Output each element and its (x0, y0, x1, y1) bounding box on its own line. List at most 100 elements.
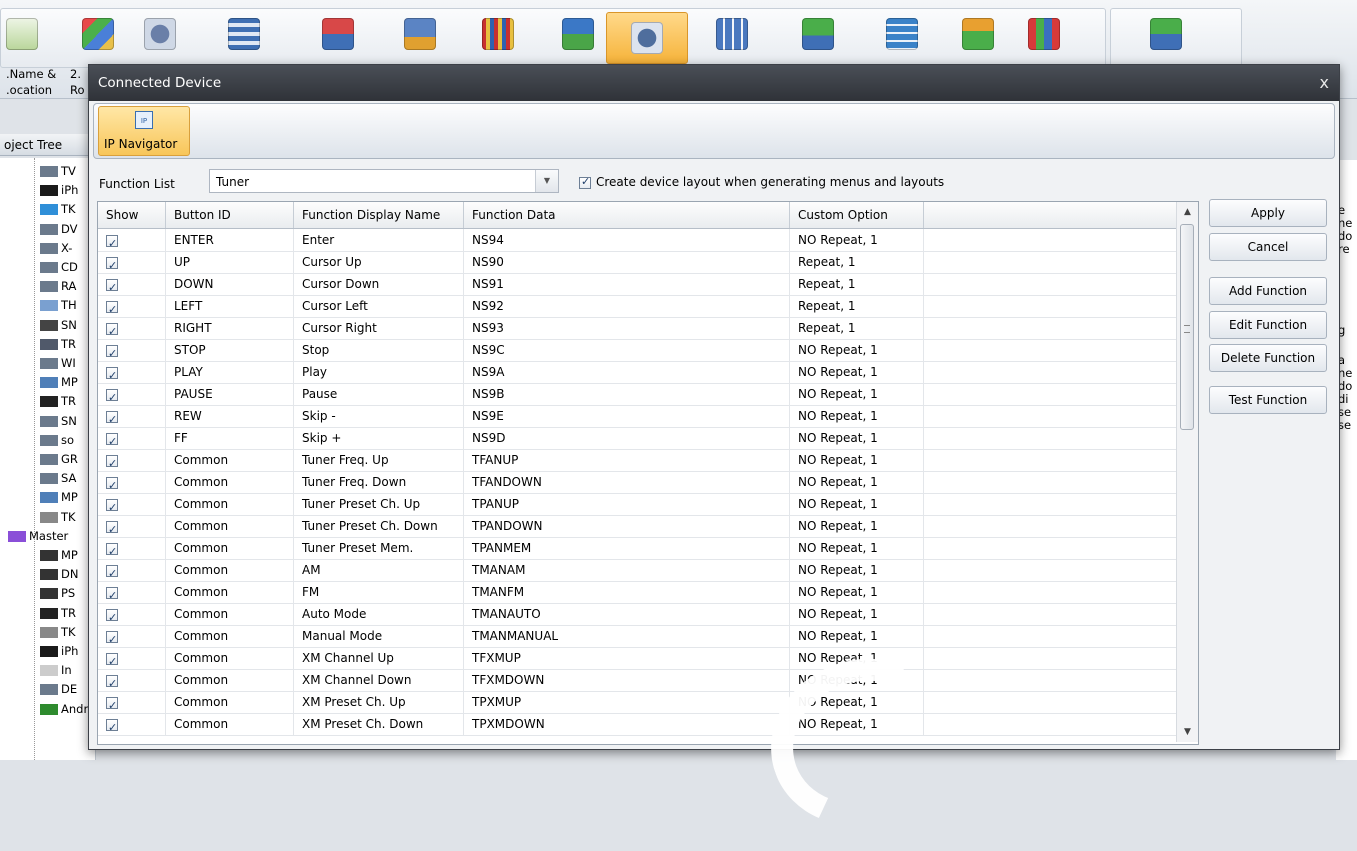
name-cell[interactable]: Tuner Preset Ch. Down (294, 515, 464, 537)
option-cell[interactable]: NO Repeat, 1 (790, 559, 924, 581)
tree-item[interactable]: DV (40, 220, 78, 238)
button-id-cell[interactable]: REW (166, 405, 294, 427)
button-id-cell[interactable]: Common (166, 647, 294, 669)
toolbar-house-icon[interactable] (76, 10, 120, 58)
data-cell[interactable]: NS93 (464, 317, 790, 339)
tree-item[interactable]: SN (40, 316, 77, 334)
test-function-button[interactable]: Test Function (1209, 386, 1327, 414)
tree-item[interactable]: SN (40, 412, 77, 430)
delete-function-button[interactable]: Delete Function (1209, 344, 1327, 372)
tree-item[interactable]: X- (40, 239, 72, 257)
option-cell[interactable]: NO Repeat, 1 (790, 493, 924, 515)
data-cell[interactable]: TFANUP (464, 449, 790, 471)
show-checkbox[interactable] (106, 717, 118, 739)
data-cell[interactable]: NS94 (464, 229, 790, 251)
button-id-cell[interactable]: RIGHT (166, 317, 294, 339)
option-cell[interactable]: NO Repeat, 1 (790, 449, 924, 471)
tree-item[interactable]: GR (40, 450, 78, 468)
cancel-button[interactable]: Cancel (1209, 233, 1327, 261)
toolbar-grid-icon[interactable] (710, 10, 754, 58)
option-cell[interactable]: NO Repeat, 1 (790, 515, 924, 537)
tree-item[interactable]: TK (40, 508, 76, 526)
button-id-cell[interactable]: PLAY (166, 361, 294, 383)
show-checkbox[interactable] (106, 255, 118, 277)
tree-item[interactable]: so (40, 431, 74, 449)
show-checkbox[interactable] (106, 607, 118, 629)
scroll-thumb[interactable] (1180, 224, 1194, 430)
button-id-cell[interactable]: Common (166, 713, 294, 735)
column-header-function-display-name[interactable]: Function Display Name (294, 202, 464, 228)
name-cell[interactable]: Tuner Freq. Down (294, 471, 464, 493)
show-checkbox[interactable] (106, 277, 118, 299)
option-cell[interactable]: NO Repeat, 1 (790, 603, 924, 625)
tree-item[interactable]: iPh (40, 181, 78, 199)
add-function-button[interactable]: Add Function (1209, 277, 1327, 305)
table-row[interactable]: RIGHTCursor RightNS93Repeat, 1 (98, 317, 1177, 343)
tree-item[interactable]: DN (40, 565, 78, 583)
data-cell[interactable]: NS90 (464, 251, 790, 273)
option-cell[interactable]: NO Repeat, 1 (790, 647, 924, 669)
data-cell[interactable]: TFXMUP (464, 647, 790, 669)
show-checkbox[interactable] (106, 365, 118, 387)
column-header-custom-option[interactable]: Custom Option (790, 202, 924, 228)
table-row[interactable]: CommonXM Channel DownTFXMDOWNNO Repeat, … (98, 669, 1177, 695)
table-row[interactable]: CommonTuner Freq. UpTFANUPNO Repeat, 1 (98, 449, 1177, 475)
tree-item[interactable]: MP (40, 488, 78, 506)
show-checkbox[interactable] (106, 585, 118, 607)
tree-item[interactable]: RA (40, 277, 76, 295)
button-id-cell[interactable]: ENTER (166, 229, 294, 251)
show-checkbox[interactable] (106, 695, 118, 717)
data-cell[interactable]: TPXMUP (464, 691, 790, 713)
option-cell[interactable]: NO Repeat, 1 (790, 405, 924, 427)
option-cell[interactable]: NO Repeat, 1 (790, 427, 924, 449)
data-cell[interactable]: TPXMDOWN (464, 713, 790, 735)
button-id-cell[interactable]: FF (166, 427, 294, 449)
name-cell[interactable]: Tuner Freq. Up (294, 449, 464, 471)
tree-item[interactable]: WI (40, 354, 76, 372)
button-id-cell[interactable]: STOP (166, 339, 294, 361)
toolbar-connected-device-icon[interactable] (606, 12, 688, 64)
button-id-cell[interactable]: Common (166, 603, 294, 625)
show-checkbox[interactable] (106, 233, 118, 255)
button-id-cell[interactable]: Common (166, 449, 294, 471)
toolbar-export-icon[interactable] (1144, 10, 1188, 58)
name-cell[interactable]: Tuner Preset Mem. (294, 537, 464, 559)
data-cell[interactable]: NS92 (464, 295, 790, 317)
project-tree[interactable]: TV iPh TK DV X- CD RA TH SN TR WI MP TR SN so GR SA MP TK M… (0, 158, 96, 760)
table-row[interactable]: CommonTuner Preset Mem.TPANMEMNO Repeat,… (98, 537, 1177, 563)
button-id-cell[interactable]: Common (166, 559, 294, 581)
data-cell[interactable]: NS9D (464, 427, 790, 449)
grid-scrollbar[interactable]: ▲ ▼ (1176, 202, 1198, 742)
table-row[interactable]: CommonAMTMANAMNO Repeat, 1 (98, 559, 1177, 585)
show-checkbox[interactable] (106, 651, 118, 673)
option-cell[interactable]: Repeat, 1 (790, 273, 924, 295)
name-cell[interactable]: Manual Mode (294, 625, 464, 647)
tree-item[interactable]: In (40, 661, 72, 679)
function-list-select[interactable]: Tuner ▼ (209, 169, 559, 193)
button-id-cell[interactable]: Common (166, 537, 294, 559)
toolbar-numbered-list-icon[interactable] (880, 10, 924, 58)
ip-navigator-button[interactable]: IP IP Navigator (98, 106, 190, 156)
data-cell[interactable]: TFANDOWN (464, 471, 790, 493)
show-checkbox[interactable] (106, 431, 118, 453)
table-row[interactable]: CommonManual ModeTMANMANUALNO Repeat, 1 (98, 625, 1177, 651)
option-cell[interactable]: NO Repeat, 1 (790, 361, 924, 383)
tree-item[interactable]: Master (8, 527, 68, 545)
tree-item[interactable]: TH (40, 296, 77, 314)
column-header-show[interactable]: Show (98, 202, 166, 228)
scroll-up-icon[interactable]: ▲ (1177, 202, 1198, 222)
name-cell[interactable]: Cursor Right (294, 317, 464, 339)
data-cell[interactable]: NS91 (464, 273, 790, 295)
option-cell[interactable]: NO Repeat, 1 (790, 229, 924, 251)
toolbar-sync-icon[interactable] (796, 10, 840, 58)
button-id-cell[interactable]: Common (166, 471, 294, 493)
toolbar-network-device-icon[interactable] (316, 10, 360, 58)
show-checkbox[interactable] (106, 673, 118, 695)
option-cell[interactable]: NO Repeat, 1 (790, 537, 924, 559)
tree-item[interactable]: TR (40, 604, 76, 622)
edit-function-button[interactable]: Edit Function (1209, 311, 1327, 339)
name-cell[interactable]: Skip + (294, 427, 464, 449)
name-cell[interactable]: XM Preset Ch. Up (294, 691, 464, 713)
table-row[interactable]: DOWNCursor DownNS91Repeat, 1 (98, 273, 1177, 299)
name-cell[interactable]: Play (294, 361, 464, 383)
